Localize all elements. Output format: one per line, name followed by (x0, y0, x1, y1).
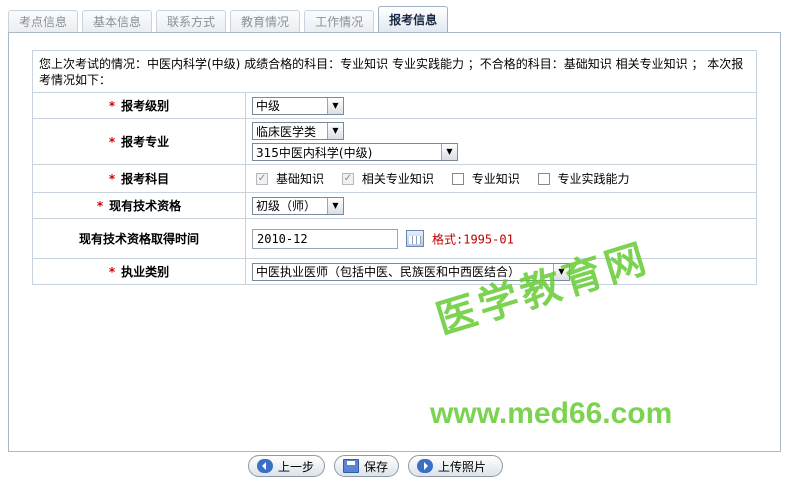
chevron-down-icon: ▼ (327, 97, 343, 114)
level-select[interactable]: 中级 ▼ (252, 96, 344, 115)
arrow-right-icon (417, 459, 434, 473)
subject-checkbox-related[interactable]: ✓ (341, 172, 354, 185)
qualification-select[interactable]: 初级（师） ▼ (252, 196, 344, 215)
arrow-left-icon (257, 459, 273, 473)
previous-exam-info: 您上次考试的情况：中医内科学(中级) 成绩合格的科目：专业知识 专业实践能力 ；… (32, 50, 757, 93)
required-mark: * (108, 135, 116, 149)
previous-step-button[interactable]: 上一步 (248, 455, 326, 477)
upload-photo-button[interactable]: 上传照片 (408, 455, 504, 477)
save-button[interactable]: 保存 (334, 455, 400, 477)
major-category-select[interactable]: 临床医学类 ▼ (252, 122, 344, 140)
tab-exam-site[interactable]: 考点信息 (8, 10, 79, 34)
subjects-label: * 报考科目 (32, 164, 246, 193)
chevron-down-icon: ▼ (327, 197, 343, 214)
subject-checkbox-professional[interactable] (451, 172, 464, 185)
subject-checkbox-basic[interactable]: ✓ (256, 172, 268, 185)
chevron-down-icon: ▼ (327, 123, 343, 139)
calendar-icon[interactable] (406, 230, 424, 247)
subject-checkbox-practice[interactable] (537, 172, 550, 185)
major-select[interactable]: 315中医内科学(中级) ▼ (252, 143, 458, 161)
required-mark: * (96, 199, 104, 213)
watermark-url: www.med66.com (430, 397, 673, 430)
required-mark: * (108, 99, 116, 113)
floppy-disk-icon (343, 459, 360, 473)
tab-application-info[interactable]: 报考信息 (378, 6, 449, 34)
tab-work[interactable]: 工作情况 (304, 10, 375, 34)
tab-basic-info[interactable]: 基本信息 (82, 10, 153, 34)
tab-education[interactable]: 教育情况 (230, 10, 301, 34)
tab-contact[interactable]: 联系方式 (156, 10, 227, 34)
date-format-hint: 格式:1995-01 (432, 232, 514, 246)
major-label: * 报考专业 (32, 118, 246, 165)
required-mark: * (108, 265, 116, 279)
qualification-label: * 现有技术资格 (32, 192, 246, 219)
practice-type-label: * 执业类别 (32, 258, 246, 285)
chevron-down-icon: ▼ (441, 144, 457, 160)
application-form: 您上次考试的情况：中医内科学(中级) 成绩合格的科目：专业知识 专业实践能力 ；… (32, 50, 757, 285)
tab-bar: 考点信息 基本信息 联系方式 教育情况 工作情况 报考信息 (8, 6, 452, 34)
bottom-toolbar: 上一步 保存 上传照片 (248, 455, 512, 477)
qualification-date-input[interactable]: 2010-12 (252, 228, 398, 249)
required-mark: * (108, 172, 116, 186)
qualification-date-label: 现有技术资格取得时间 (32, 218, 246, 259)
content-panel: 您上次考试的情况：中医内科学(中级) 成绩合格的科目：专业知识 专业实践能力 ；… (8, 32, 781, 452)
level-label: * 报考级别 (32, 92, 246, 119)
